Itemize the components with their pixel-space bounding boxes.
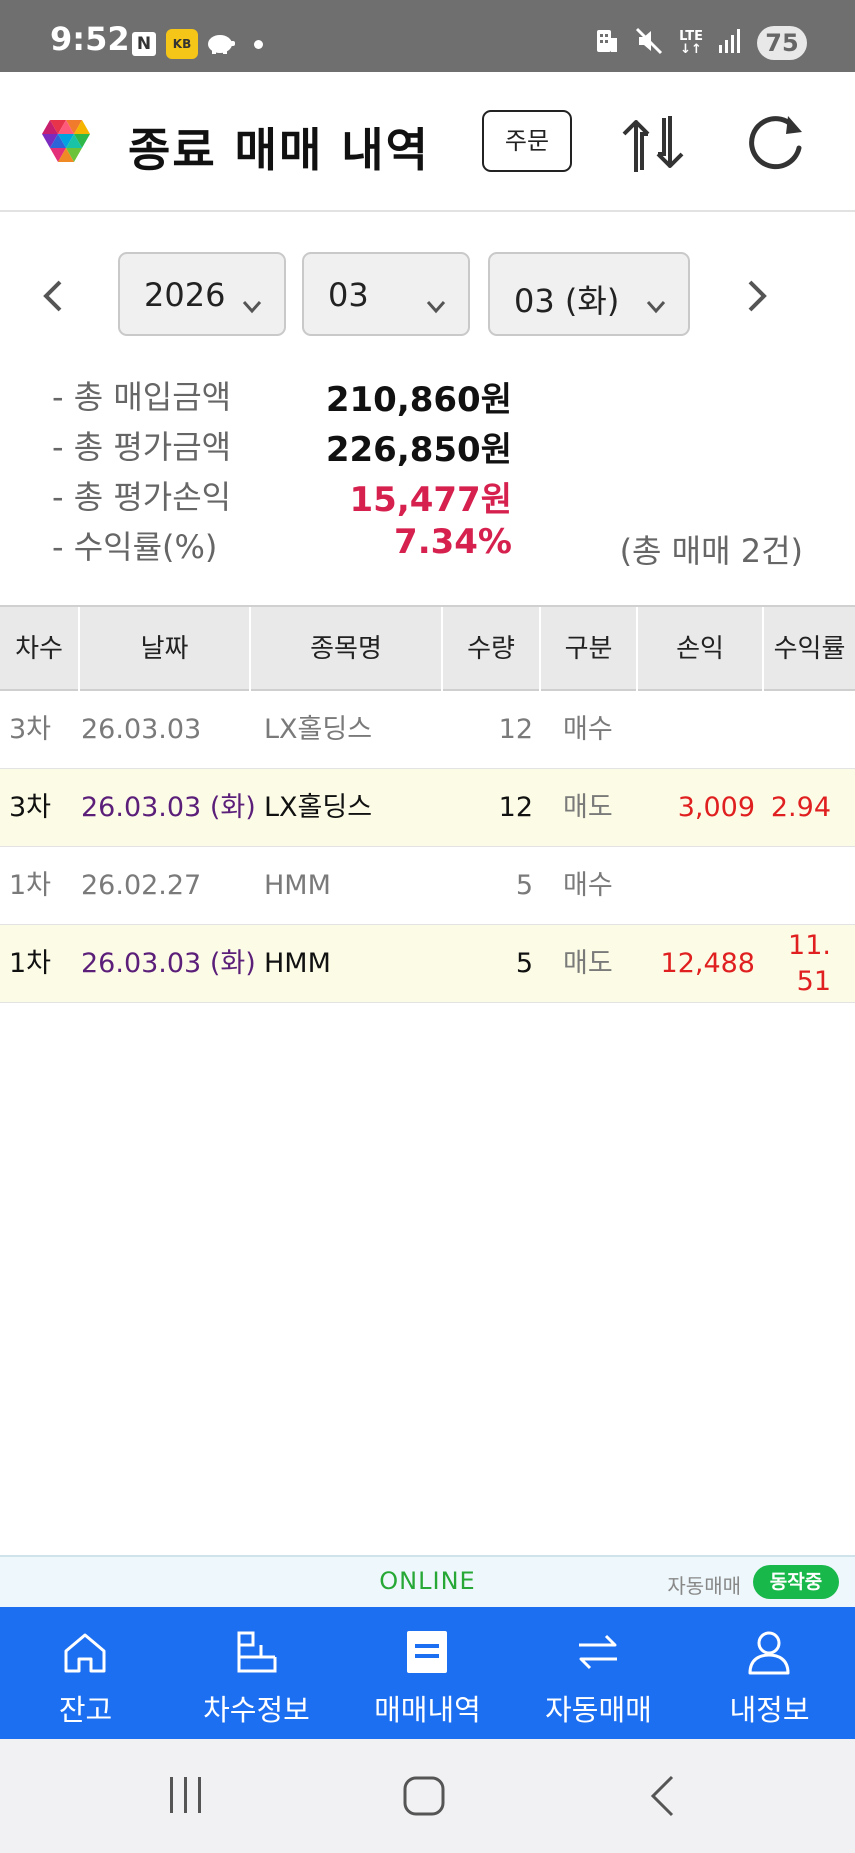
chevron-down-icon: [242, 284, 262, 322]
return-rate-value: 7.34%: [394, 522, 512, 562]
bottom-tab-bar: 잔고 차수정보 매매내역 자동매매 내정보: [0, 1607, 855, 1739]
column-header-type: 구분: [541, 607, 638, 691]
total-pnl-value: 15,477원: [349, 480, 512, 520]
page-title: 종료 매매 내역: [128, 123, 430, 177]
row-trade-type: 매수: [563, 714, 613, 745]
app-logo-icon: [36, 116, 98, 176]
tab-my-info[interactable]: 내정보: [684, 1607, 855, 1739]
tab-trade-history[interactable]: 매매내역: [342, 1607, 513, 1739]
total-evaluation-label: - 총 평가금액: [52, 428, 232, 466]
auto-trade-status-badge[interactable]: 동작중: [753, 1565, 839, 1599]
tab-round-info[interactable]: 차수정보: [171, 1607, 342, 1739]
status-indicators: LTE ↓↑ 75: [595, 26, 807, 60]
column-header-pnl: 손익: [638, 607, 764, 691]
row-rate: 11.51: [788, 930, 831, 997]
signal-icon: [719, 29, 741, 57]
column-header-rate: 수익률: [773, 634, 846, 664]
lte-indicator: LTE ↓↑: [679, 29, 703, 57]
return-rate-label: - 수익률(%): [52, 528, 218, 566]
row-date: 26.03.03: [81, 714, 202, 745]
row-date: 26.03.03 (화): [81, 792, 256, 823]
row-quantity: 12: [498, 792, 533, 823]
back-icon[interactable]: [648, 1775, 678, 1821]
order-button[interactable]: 주문: [482, 110, 572, 172]
tab-balance[interactable]: 잔고: [0, 1607, 171, 1739]
month-select[interactable]: 03: [302, 252, 470, 336]
row-rate: 2.94: [770, 792, 831, 823]
tab-label: 차수정보: [203, 1693, 310, 1727]
tab-label: 자동매매: [545, 1693, 652, 1727]
status-time: 9:52: [50, 20, 130, 58]
swap-icon: [573, 1629, 623, 1679]
more-notifications-dot: [254, 40, 263, 49]
naver-notification-icon: N: [132, 32, 156, 56]
row-round: 1차: [9, 870, 52, 901]
row-stock-name: LX홀딩스: [264, 714, 373, 745]
auto-trade-label: 자동매매: [667, 1574, 741, 1598]
row-round: 3차: [9, 792, 52, 823]
row-pnl: 3,009: [677, 792, 755, 823]
row-round: 3차: [9, 714, 52, 745]
battery-level: 75: [757, 26, 807, 60]
row-pnl: 12,488: [660, 948, 755, 979]
total-purchase-value: 210,860원: [325, 380, 512, 420]
tab-auto-trade[interactable]: 자동매매: [513, 1607, 684, 1739]
day-select[interactable]: 03 (화): [488, 252, 690, 336]
tab-label: 잔고: [58, 1693, 113, 1727]
total-evaluation-value: 226,850원: [325, 430, 512, 470]
row-trade-type: 매도: [563, 948, 613, 979]
mute-icon: [635, 27, 663, 59]
home-button-icon[interactable]: [402, 1775, 446, 1821]
day-value: 03 (화): [514, 282, 620, 320]
column-header-round: 차수: [0, 607, 80, 691]
recent-apps-icon[interactable]: [166, 1775, 206, 1819]
tab-label: 매매내역: [374, 1693, 481, 1727]
kb-notification-icon: KB: [166, 29, 198, 59]
user-icon: [744, 1629, 794, 1679]
tab-label: 내정보: [729, 1693, 810, 1727]
chevron-down-icon: [646, 284, 666, 322]
chevron-down-icon: [426, 284, 446, 322]
refresh-icon[interactable]: [744, 112, 806, 178]
system-navigation-bar: [0, 1739, 855, 1853]
row-quantity: 12: [498, 714, 533, 745]
row-quantity: 5: [515, 948, 533, 979]
row-trade-type: 매도: [563, 792, 613, 823]
table-header: 차수 날짜 종목명 수량 구분 손익 수익률: [0, 605, 855, 691]
app-header: 종료 매매 내역 주문: [0, 72, 855, 212]
next-day-chevron-icon[interactable]: [742, 278, 770, 318]
year-select[interactable]: 2026: [118, 252, 286, 336]
column-header-date: 날짜: [80, 607, 251, 691]
row-round: 1차: [9, 948, 52, 979]
month-value: 03: [328, 276, 369, 314]
row-quantity: 5: [515, 870, 533, 901]
row-stock-name: LX홀딩스: [264, 792, 373, 823]
trade-count: (총 매매 2건): [619, 532, 803, 570]
row-date: 26.03.03 (화): [81, 948, 256, 979]
row-stock-name: HMM: [264, 870, 331, 901]
steps-icon: [231, 1629, 281, 1679]
building-icon: [595, 28, 619, 58]
column-header-name: 종목명: [251, 607, 443, 691]
connection-status-bar: ONLINE 자동매매 동작중: [0, 1555, 855, 1607]
table-row[interactable]: 3차 26.03.03 LX홀딩스 12 매수: [0, 691, 855, 769]
table-row[interactable]: 1차 26.02.27 HMM 5 매수: [0, 847, 855, 925]
piggy-bank-icon: [206, 31, 236, 59]
row-date: 26.02.27: [81, 870, 202, 901]
table-row[interactable]: 1차 26.03.03 (화) HMM 5 매도 12,488 11.51: [0, 925, 855, 1003]
row-trade-type: 매수: [563, 870, 613, 901]
home-icon: [60, 1629, 110, 1679]
total-purchase-label: - 총 매입금액: [52, 378, 232, 416]
status-bar: 9:52 N KB LTE ↓↑ 75: [0, 0, 855, 72]
total-pnl-label: - 총 평가손익: [52, 478, 232, 516]
previous-day-chevron-icon[interactable]: [40, 278, 68, 318]
list-icon: [402, 1629, 452, 1679]
row-stock-name: HMM: [264, 948, 331, 979]
column-header-qty: 수량: [443, 607, 541, 691]
year-value: 2026: [144, 276, 226, 314]
sort-toggle-icon[interactable]: [620, 112, 686, 180]
table-row[interactable]: 3차 26.03.03 (화) LX홀딩스 12 매도 3,009 2.94: [0, 769, 855, 847]
